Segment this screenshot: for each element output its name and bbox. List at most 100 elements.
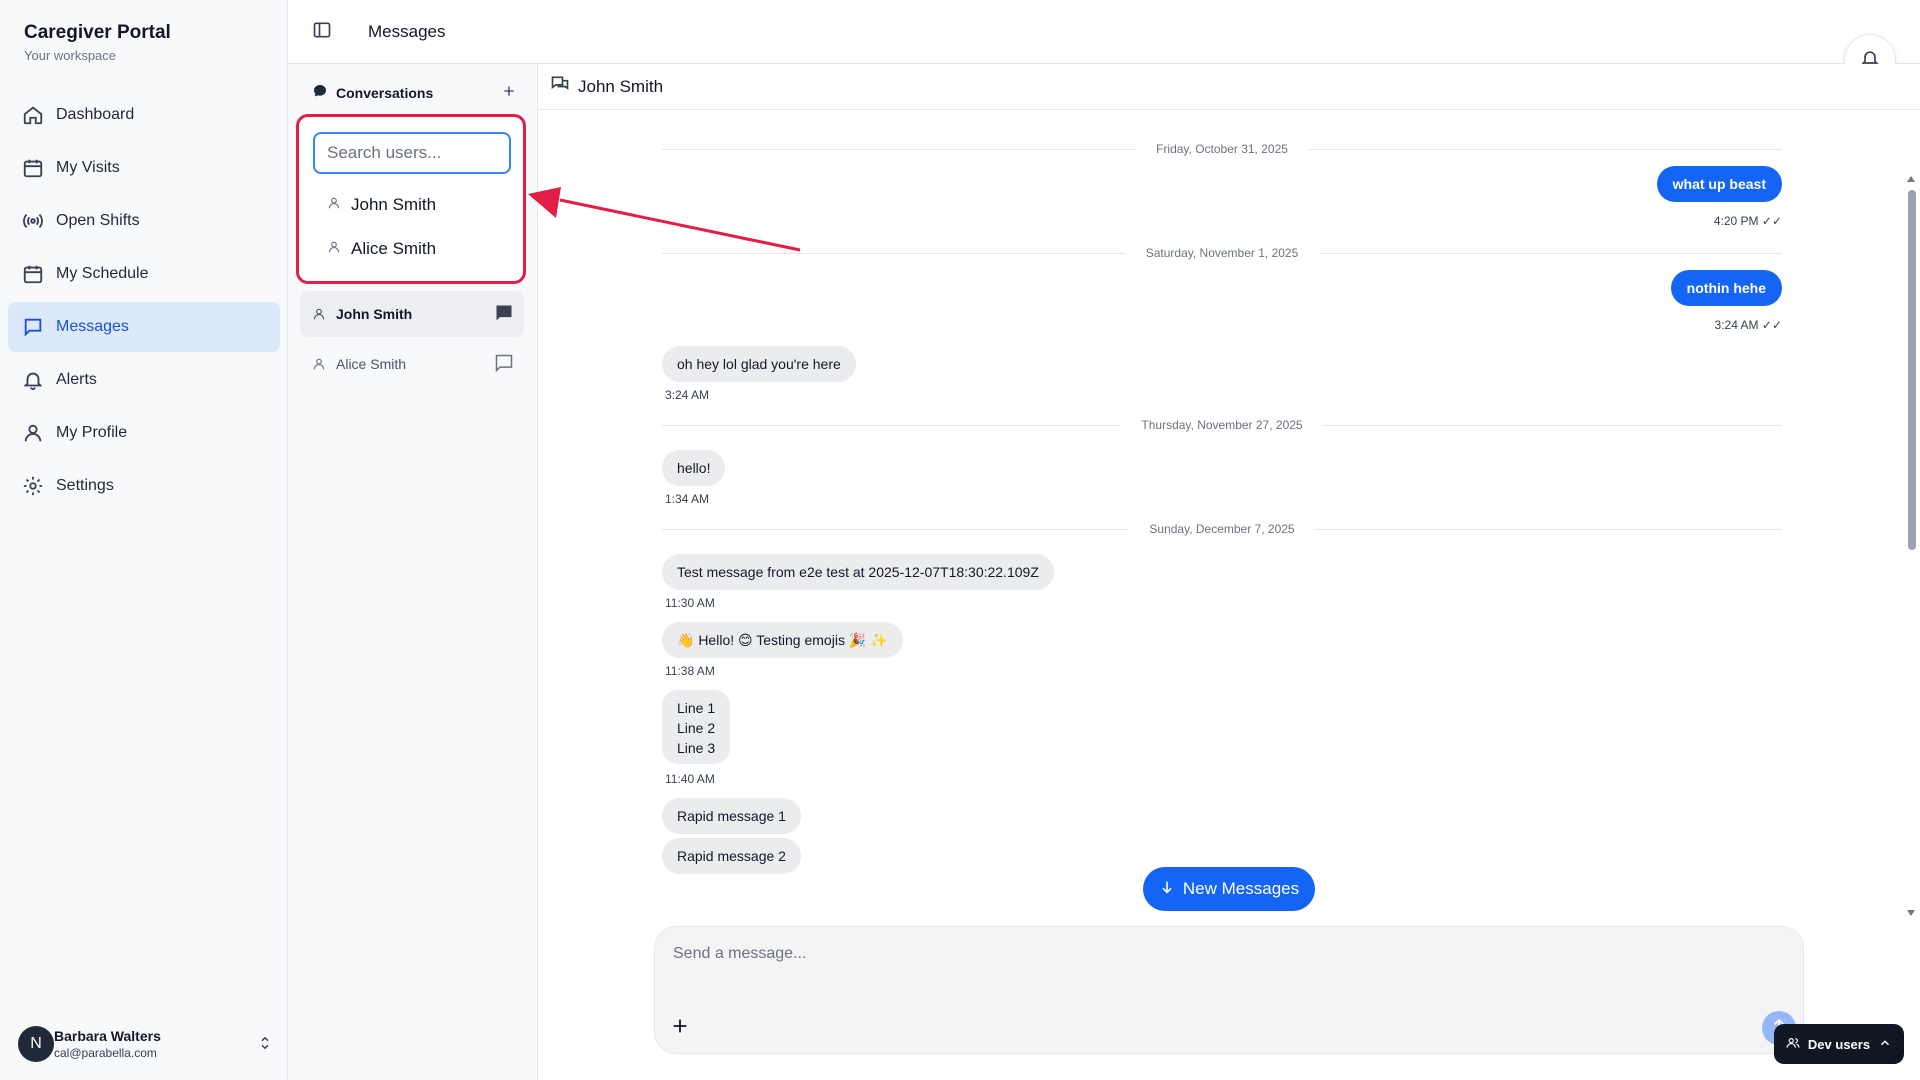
message-outgoing: what up beast [1656,166,1782,202]
user-icon [312,307,326,321]
user-icon [22,422,44,444]
bell-icon [22,369,44,391]
arrow-down-icon [1159,879,1183,900]
nav-item-label: Alerts [56,371,97,388]
message-timestamp: 3:24 AM [665,388,710,402]
brand-subtitle: Your workspace [24,48,117,63]
message-filled-icon [494,303,514,323]
new-messages-button[interactable]: New Messages [1143,867,1315,911]
calendar-icon [22,157,44,179]
chevron-up-icon [1878,1036,1892,1053]
message-incoming-multiline: Line 1 Line 2 Line 3 [662,690,731,764]
message-list[interactable]: Friday, October 31, 2025 what up beast 4… [662,110,1782,920]
avatar: N [18,1026,54,1062]
sidebar-toggle-icon[interactable] [312,20,332,40]
message-timestamp: 11:40 AM [665,772,715,786]
nav-item-my-schedule[interactable]: My Schedule [8,249,280,299]
top-bar: Messages [288,0,1920,86]
nav-item-settings[interactable]: Settings [8,461,280,511]
search-result-alice-smith[interactable]: Alice Smith [327,239,436,259]
attach-plus-icon[interactable] [669,1015,691,1037]
search-result-label: John Smith [351,195,437,214]
conversations-header: Conversations [312,78,522,108]
new-messages-label: New Messages [1182,879,1300,898]
nav-item-label: Dashboard [56,106,135,123]
date-divider-label: Thursday, November 27, 2025 [1121,418,1323,432]
chat-contact-name: John Smith [578,76,664,96]
nav-item-my-visits[interactable]: My Visits [8,143,280,193]
nav-item-label: Settings [56,477,114,494]
message-line: Line 2 [677,720,716,736]
scroll-up-arrow[interactable] [1907,176,1915,182]
date-divider: Thursday, November 27, 2025 [662,418,1782,432]
messages-square-icon [550,74,570,99]
message-composer[interactable]: Send a message... [654,926,1804,1054]
message-incoming: Rapid message 2 [662,838,801,874]
nav-item-label: My Visits [56,159,120,176]
user-menu[interactable]: N Barbara Walters cal@parabella.com [18,1024,274,1064]
dev-users-label: Dev users [1807,1036,1871,1052]
search-users-input[interactable] [313,132,511,174]
user-search-popover: John Smith Alice Smith [296,114,526,284]
chat-panel: John Smith Friday, October 31, 2025 what… [538,64,1920,1080]
message-input-placeholder: Send a message... [673,945,807,962]
user-name: Barbara Walters [54,1028,161,1044]
message-incoming: Test message from e2e test at 2025-12-07… [662,554,1054,590]
message-incoming: oh hey lol glad you're here [662,346,856,382]
user-icon [312,357,326,371]
scroll-down-arrow[interactable] [1907,910,1915,916]
nav-item-dashboard[interactable]: Dashboard [8,90,280,140]
nav-item-my-profile[interactable]: My Profile [8,408,280,458]
conversation-item-john-smith[interactable]: John Smith [300,291,524,337]
broadcast-icon [22,210,44,232]
gear-icon [22,475,44,497]
nav-item-label: My Schedule [56,265,149,282]
message-incoming: 👋 Hello! 😊 Testing emojis 🎉 ✨ [662,622,903,658]
plus-icon [501,83,517,104]
conversations-panel: Conversations John Smith Alice Smith Joh… [288,64,538,1080]
message-timestamp: 11:38 AM [665,664,715,678]
nav-item-label: My Profile [56,424,128,441]
page-title: Messages [368,22,446,41]
message-timestamp: 3:24 AM ✓✓ [1714,318,1782,332]
date-divider: Sunday, December 7, 2025 [662,522,1782,536]
message-timestamp: 4:20 PM ✓✓ [1713,214,1782,228]
message-timestamp: 11:30 AM [665,596,715,610]
dev-users-button[interactable]: Dev users [1774,1024,1904,1064]
nav-item-label: Open Shifts [56,212,140,229]
users-icon [1786,1036,1800,1053]
chevrons-up-down-icon [256,1034,274,1052]
user-icon [327,239,351,259]
date-divider: Saturday, November 1, 2025 [662,246,1782,260]
date-divider-label: Sunday, December 7, 2025 [1129,522,1315,536]
conversation-name: Alice Smith [336,356,407,372]
user-email: cal@parabella.com [54,1046,157,1060]
nav-item-messages[interactable]: Messages [8,302,280,352]
message-incoming: Rapid message 1 [662,798,801,834]
search-result-john-smith[interactable]: John Smith [327,195,436,215]
brand: Caregiver Portal Your workspace [24,22,171,63]
date-divider-label: Friday, October 31, 2025 [1136,142,1308,156]
new-conversation-button[interactable] [496,80,522,106]
message-line: Line 3 [677,740,716,756]
user-info: Barbara Walters cal@parabella.com [54,1028,161,1060]
scrollbar-thumb[interactable] [1908,190,1916,550]
message-incoming: hello! [662,450,726,486]
nav-item-open-shifts[interactable]: Open Shifts [8,196,280,246]
message-circle-icon [312,83,328,104]
message-timestamp: 1:34 AM [665,492,710,506]
home-icon [22,104,44,126]
main-nav: Dashboard My Visits Open Shifts My Sched… [8,90,280,514]
message-outline-icon [494,353,514,373]
nav-item-alerts[interactable]: Alerts [8,355,280,405]
message-line: Line 1 [677,700,716,716]
sidebar: Caregiver Portal Your workspace Dashboar… [0,0,288,1080]
conversation-item-alice-smith[interactable]: Alice Smith [300,341,524,387]
conversation-name: John Smith [336,306,413,322]
user-icon [327,195,351,215]
search-result-label: Alice Smith [351,239,437,258]
message-square-icon [22,316,44,338]
message-outgoing: nothin hehe [1670,270,1782,306]
nav-item-label: Messages [56,318,129,335]
brand-title: Caregiver Portal [24,22,171,43]
